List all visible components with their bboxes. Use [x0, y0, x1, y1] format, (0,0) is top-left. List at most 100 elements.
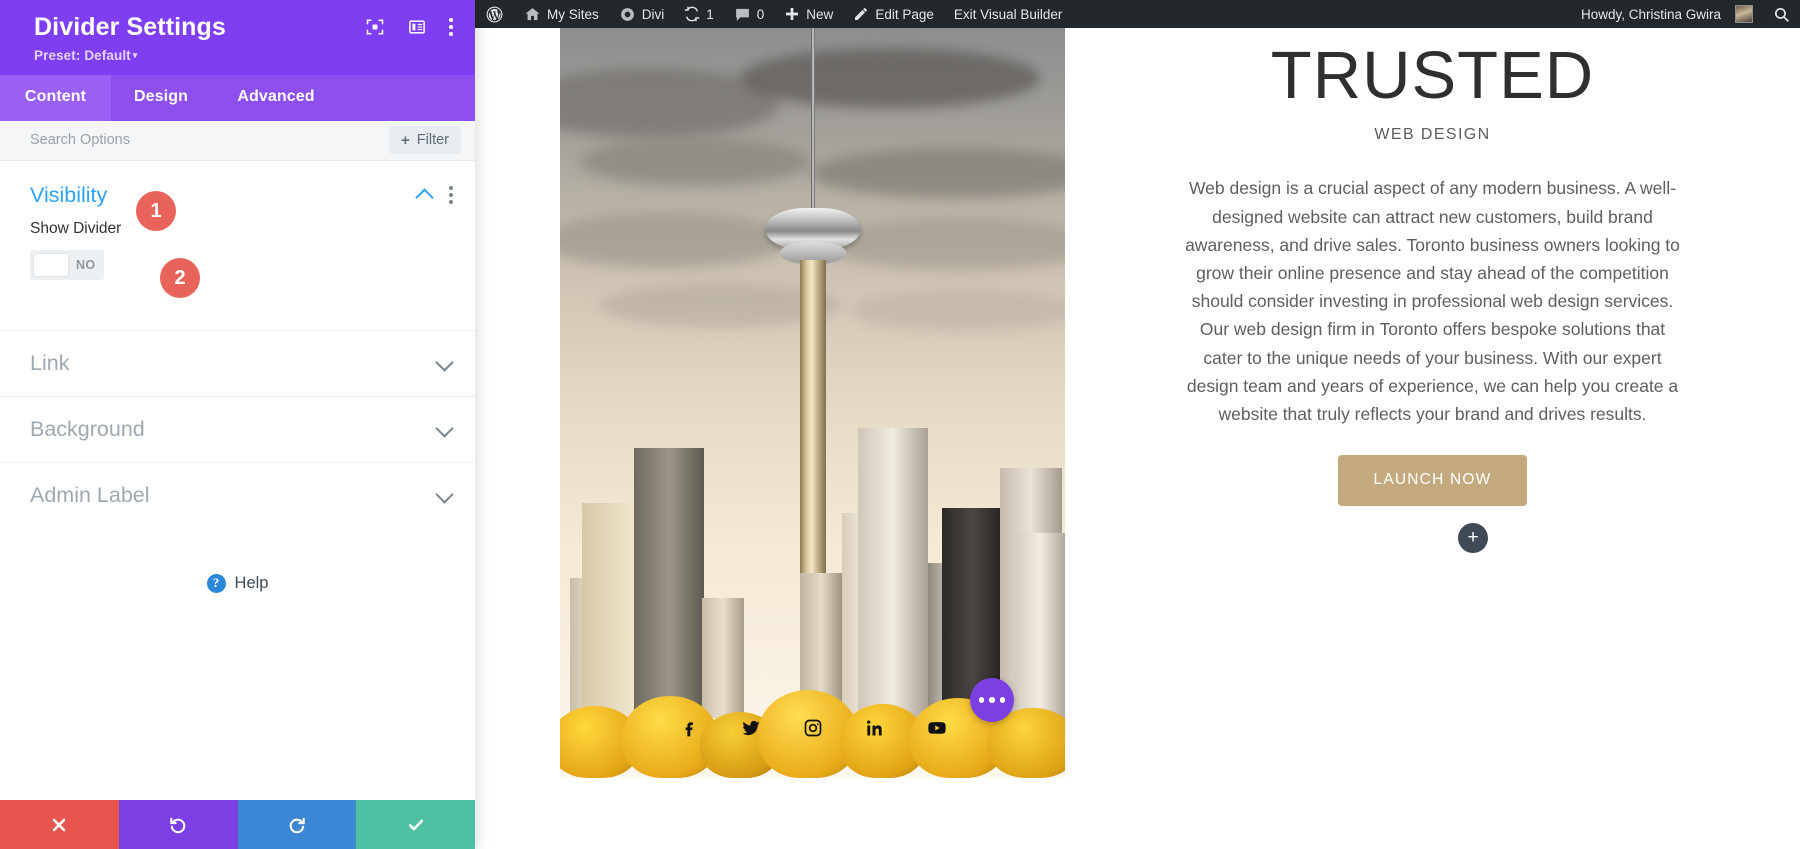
avatar — [1735, 5, 1753, 23]
section-more-options-icon[interactable] — [449, 186, 453, 204]
settings-footer — [0, 800, 475, 849]
show-divider-toggle[interactable]: NO — [30, 250, 104, 280]
comments-icon — [734, 6, 751, 23]
admin-bar-label: 1 — [706, 7, 714, 22]
admin-bar-label: Exit Visual Builder — [954, 7, 1063, 22]
check-icon — [406, 815, 426, 835]
admin-bar-search[interactable] — [1763, 0, 1800, 28]
callout-badge-2: 2 — [160, 258, 200, 298]
admin-bar-exit-visual-builder[interactable]: Exit Visual Builder — [944, 0, 1073, 28]
search-options-bar: + Filter — [0, 121, 475, 161]
admin-bar-label: My Sites — [547, 7, 599, 22]
updates-icon — [684, 6, 700, 22]
panel-header-actions — [365, 17, 453, 37]
search-icon — [1773, 6, 1790, 23]
admin-bar-comments[interactable]: 0 — [724, 0, 775, 28]
divi-icon — [619, 6, 636, 23]
tab-design[interactable]: Design — [111, 75, 211, 121]
chevron-up-icon[interactable] — [417, 190, 433, 200]
help-label: Help — [235, 574, 269, 593]
toggle-state-label: NO — [76, 258, 95, 272]
close-icon — [49, 815, 69, 835]
admin-bar-label: 0 — [757, 7, 765, 22]
facebook-icon[interactable] — [679, 718, 699, 738]
section-background-label: Background — [30, 417, 145, 442]
sites-icon — [524, 6, 541, 23]
hero-image[interactable] — [560, 28, 1065, 778]
callout-badge-1: 1 — [136, 191, 176, 231]
undo-button[interactable] — [119, 800, 238, 849]
admin-bar-divi[interactable]: Divi — [609, 0, 675, 28]
focus-target-icon[interactable] — [365, 17, 385, 37]
admin-bar-wordpress-logo[interactable] — [475, 0, 514, 28]
undo-icon — [168, 815, 188, 835]
hero-text-column: TRUSTED WEB DESIGN Web design is a cruci… — [1065, 28, 1800, 849]
fab-dot — [979, 697, 985, 703]
visibility-section-actions — [417, 186, 453, 204]
cta-container: LAUNCH NOW — [1065, 455, 1800, 506]
cancel-button[interactable] — [0, 800, 119, 849]
admin-bar-label: New — [806, 7, 833, 22]
wordpress-admin-bar: My Sites Divi 1 0 — [475, 0, 1800, 28]
admin-bar-edit-page[interactable]: Edit Page — [843, 0, 944, 28]
search-input[interactable] — [30, 132, 389, 148]
divider-settings-panel: Divider Settings Preset: Default▾ — [0, 0, 475, 849]
tab-advanced[interactable]: Advanced — [211, 75, 341, 121]
visibility-section-header[interactable]: Visibility — [0, 161, 475, 212]
add-module-button[interactable]: + — [1458, 523, 1488, 553]
redo-button[interactable] — [238, 800, 357, 849]
admin-bar-right-group: Howdy, Christina Gwira — [1571, 0, 1800, 28]
filter-button[interactable]: + Filter — [389, 126, 461, 154]
screen-root: My Sites Divi 1 0 — [0, 0, 1800, 849]
visibility-section-title: Visibility — [30, 183, 107, 208]
plus-icon — [784, 6, 800, 22]
show-divider-label: Show Divider — [30, 220, 445, 238]
section-admin-label-label: Admin Label — [30, 483, 150, 508]
wordpress-logo-icon — [485, 5, 504, 24]
chevron-down-icon[interactable] — [437, 358, 453, 368]
plus-icon: + — [401, 133, 410, 148]
admin-bar-my-sites[interactable]: My Sites — [514, 0, 609, 28]
pencil-icon — [853, 6, 869, 22]
admin-bar-label: Edit Page — [875, 7, 934, 22]
instagram-icon[interactable] — [803, 718, 823, 738]
chevron-down-icon[interactable] — [437, 424, 453, 434]
youtube-icon[interactable] — [927, 718, 947, 738]
tab-content[interactable]: Content — [0, 75, 111, 121]
twitter-icon[interactable] — [741, 718, 761, 738]
chevron-down-icon: ▾ — [133, 50, 138, 60]
filter-label: Filter — [417, 132, 449, 148]
more-options-icon[interactable] — [449, 18, 453, 36]
preset-selector[interactable]: Preset: Default▾ — [34, 48, 455, 63]
launch-now-button[interactable]: LAUNCH NOW — [1338, 455, 1528, 506]
help-link[interactable]: ? Help — [0, 574, 475, 593]
redo-icon — [287, 815, 307, 835]
help-icon: ? — [207, 574, 226, 593]
section-link-label: Link — [30, 351, 69, 376]
preset-label: Preset: Default — [34, 48, 131, 63]
layout-panel-icon[interactable] — [407, 17, 427, 37]
linkedin-icon[interactable] — [865, 718, 885, 738]
section-background[interactable]: Background — [0, 396, 475, 462]
chevron-down-icon[interactable] — [437, 490, 453, 500]
divi-menu-fab[interactable] — [970, 678, 1014, 722]
page-subtitle: WEB DESIGN — [1065, 126, 1800, 144]
section-admin-label[interactable]: Admin Label — [0, 462, 475, 528]
settings-body: Visibility Show Divider NO Link — [0, 161, 475, 801]
admin-bar-account[interactable]: Howdy, Christina Gwira — [1571, 0, 1763, 28]
show-divider-setting: Show Divider NO — [0, 212, 475, 282]
save-button[interactable] — [356, 800, 475, 849]
howdy-label: Howdy, Christina Gwira — [1581, 7, 1721, 22]
fab-dot — [989, 697, 995, 703]
settings-tabs: Content Design Advanced — [0, 75, 475, 121]
fab-dot — [1000, 697, 1006, 703]
section-link[interactable]: Link — [0, 330, 475, 396]
admin-bar-label: Divi — [642, 7, 665, 22]
admin-bar-new[interactable]: New — [774, 0, 843, 28]
page-canvas: TRUSTED WEB DESIGN Web design is a cruci… — [475, 28, 1800, 849]
admin-bar-updates[interactable]: 1 — [674, 0, 724, 28]
body-text: Web design is a crucial aspect of any mo… — [1183, 174, 1683, 428]
cn-tower-antenna — [811, 28, 815, 208]
settings-panel-header: Divider Settings Preset: Default▾ — [0, 0, 475, 75]
page-title: TRUSTED — [1065, 40, 1800, 112]
